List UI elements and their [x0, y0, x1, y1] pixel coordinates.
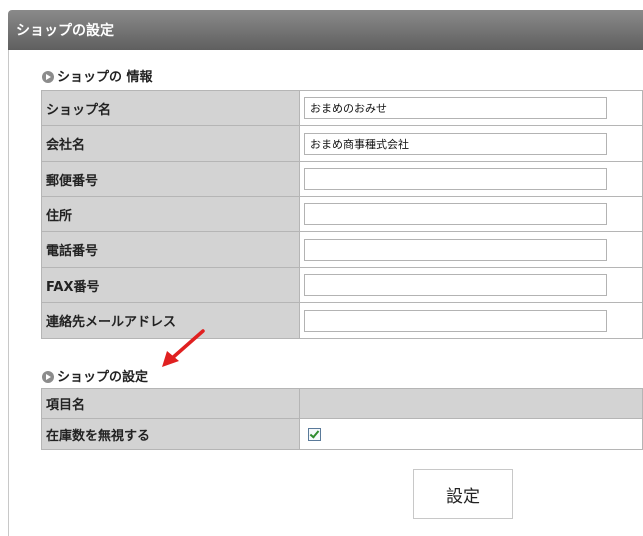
- shop-info-heading-text: ショップの 情報: [57, 70, 153, 85]
- table-row: ショップ名: [41, 90, 643, 126]
- table-row: 連絡先メールアドレス: [41, 302, 643, 339]
- play-bullet-icon: [42, 371, 54, 383]
- submit-button[interactable]: 設定: [413, 469, 513, 519]
- shop-settings-table: 項目名 在庫数を無視する: [41, 388, 643, 450]
- phone-cell: [299, 231, 643, 268]
- shop-settings-heading-text: ショップの設定: [57, 370, 149, 385]
- item-name-header-value: [299, 388, 643, 419]
- contact-email-input[interactable]: [304, 309, 607, 332]
- postal-code-cell: [299, 161, 643, 197]
- table-row: FAX番号: [41, 267, 643, 303]
- table-row: 会社名: [41, 125, 643, 162]
- phone-label: 電話番号: [41, 231, 300, 268]
- shop-name-cell: [299, 90, 643, 126]
- fax-label: FAX番号: [41, 267, 300, 303]
- shop-name-input[interactable]: [304, 97, 607, 119]
- fax-input[interactable]: [304, 274, 607, 296]
- shop-name-label: ショップ名: [41, 90, 300, 126]
- table-row: 項目名: [41, 388, 643, 419]
- address-cell: [299, 196, 643, 232]
- shop-settings-heading: ショップの設定: [42, 366, 148, 385]
- annotation-arrow-icon: [162, 329, 205, 367]
- item-name-header: 項目名: [41, 388, 300, 419]
- company-name-label: 会社名: [41, 125, 300, 162]
- postal-code-label: 郵便番号: [41, 161, 300, 197]
- shop-info-table: ショップ名 会社名 郵便番号 住所 電話番号 FAX番号 連絡先メールアドレス: [41, 90, 643, 339]
- window-title: ショップの設定: [16, 23, 114, 39]
- shop-info-heading: ショップの 情報: [42, 66, 153, 85]
- address-input[interactable]: [304, 203, 607, 225]
- contact-email-cell: [299, 302, 643, 339]
- postal-code-input[interactable]: [304, 168, 607, 190]
- play-bullet-icon: [42, 71, 54, 83]
- table-row: 在庫数を無視する: [41, 418, 643, 450]
- table-row: 電話番号: [41, 231, 643, 268]
- fax-cell: [299, 267, 643, 303]
- table-row: 住所: [41, 196, 643, 232]
- window-titlebar: ショップの設定: [8, 10, 643, 50]
- company-name-input[interactable]: [304, 132, 607, 155]
- ignore-stock-label: 在庫数を無視する: [41, 418, 300, 450]
- company-name-cell: [299, 125, 643, 162]
- ignore-stock-cell: [299, 418, 643, 450]
- table-row: 郵便番号: [41, 161, 643, 197]
- ignore-stock-checkbox[interactable]: [308, 427, 321, 441]
- phone-input[interactable]: [304, 238, 607, 261]
- address-label: 住所: [41, 196, 300, 232]
